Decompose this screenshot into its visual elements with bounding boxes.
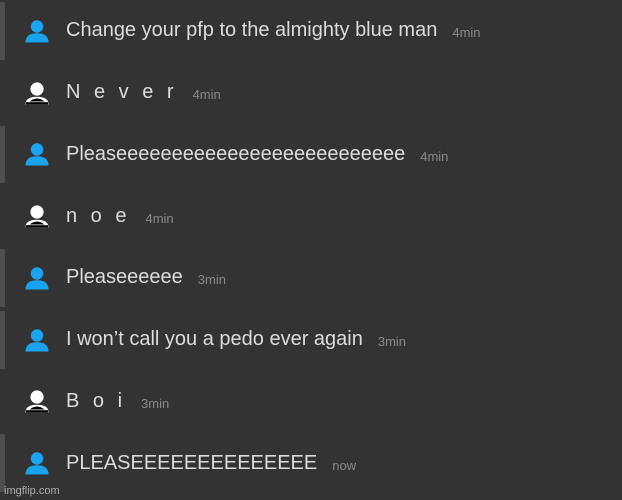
message-time: 4min <box>452 25 481 41</box>
message-row: n o e 4min <box>0 185 622 247</box>
message-text: Change your pfp to the almighty blue man <box>66 19 438 42</box>
white-person-icon <box>24 80 50 106</box>
message-text: Pleaseeeeee <box>66 266 183 289</box>
chat-window: Change your pfp to the almighty blue man… <box>0 0 622 500</box>
message-row: I won’t call you a pedo ever again 3min <box>0 309 622 371</box>
blue-person-icon <box>24 18 50 44</box>
message-time: now <box>332 457 357 473</box>
message-row: Change your pfp to the almighty blue man… <box>0 0 622 62</box>
message-time: 4min <box>420 148 449 164</box>
blue-person-icon <box>24 327 50 353</box>
message-row: Pleaseeeeeeeeeeeeeeeeeeeeeeeeee 4min <box>0 124 622 186</box>
blue-person-icon <box>24 450 50 476</box>
message-text: B o i <box>66 389 127 412</box>
message-row: N e v e r 4min <box>0 62 622 124</box>
message-text: N e v e r <box>66 81 178 104</box>
blue-person-icon <box>24 141 50 167</box>
message-row: B o i 3min <box>0 371 622 433</box>
message-text: I won’t call you a pedo ever again <box>66 328 363 351</box>
blue-person-icon <box>24 265 50 291</box>
white-person-icon <box>24 203 50 229</box>
message-time: 3min <box>197 272 226 288</box>
message-text: n o e <box>66 204 131 227</box>
imgflip-watermark: imgflip.com <box>4 485 60 497</box>
white-person-icon <box>24 388 50 414</box>
message-time: 3min <box>141 395 170 411</box>
message-time: 4min <box>192 87 221 103</box>
message-text: Pleaseeeeeeeeeeeeeeeeeeeeeeeeee <box>66 142 406 165</box>
message-text: PLEASEEEEEEEEEEEEEE <box>66 451 318 474</box>
message-time: 4min <box>145 210 174 226</box>
message-row: Pleaseeeeee 3min <box>0 247 622 309</box>
message-time: 3min <box>377 334 407 350</box>
message-row: PLEASEEEEEEEEEEEEEE now <box>0 432 622 494</box>
